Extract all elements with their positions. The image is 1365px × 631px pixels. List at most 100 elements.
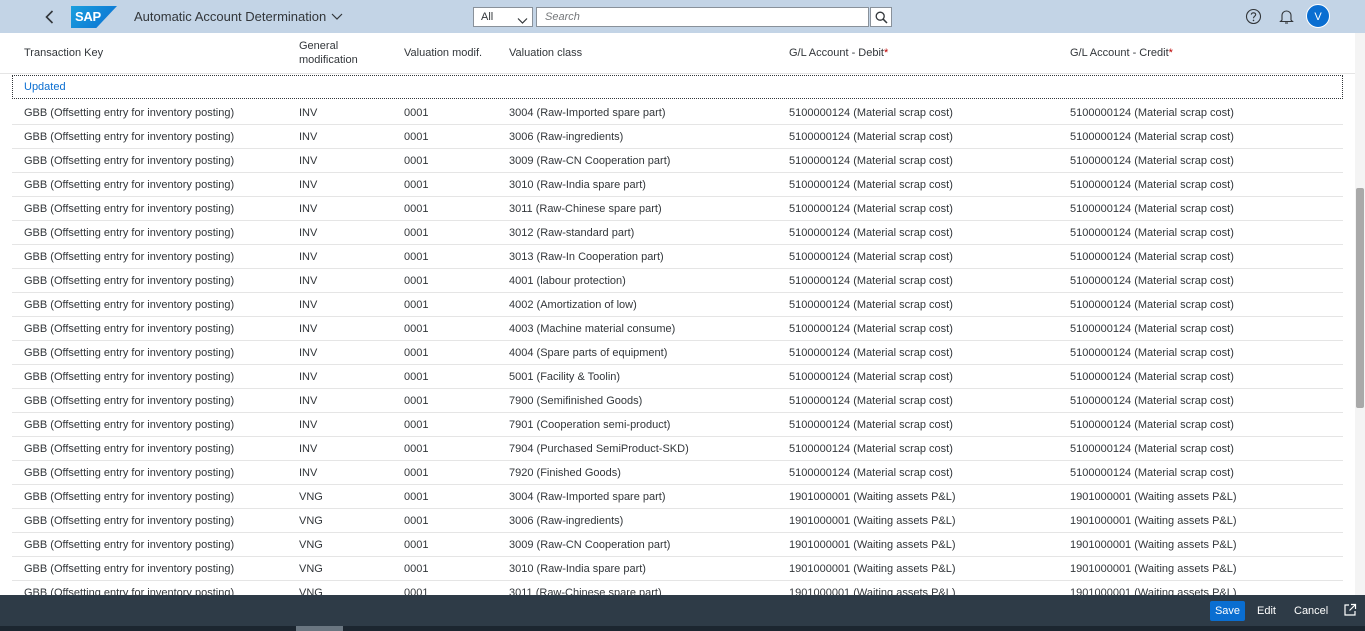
table-row[interactable]: GBB (Offsetting entry for inventory post… [12,365,1343,389]
table-row[interactable]: GBB (Offsetting entry for inventory post… [12,197,1343,221]
cell-transaction-key: GBB (Offsetting entry for inventory post… [24,347,235,359]
table-row[interactable]: GBB (Offsetting entry for inventory post… [12,413,1343,437]
cell-general-modification: INV [299,467,318,479]
table-row[interactable]: GBB (Offsetting entry for inventory post… [12,149,1343,173]
cell-general-modification: VNG [299,587,323,595]
cell-general-modification: VNG [299,539,323,551]
cell-transaction-key: GBB (Offsetting entry for inventory post… [24,227,235,239]
cell-gl-credit: 1901000001 (Waiting assets P&L) [1070,539,1237,551]
cell-valuation-modif: 0001 [404,323,429,335]
horizontal-scrollbar[interactable] [0,626,1365,631]
cell-general-modification: INV [299,227,318,239]
save-button[interactable]: Save [1210,601,1245,621]
help-icon[interactable] [1245,8,1262,25]
sap-logo[interactable]: SAP [71,6,117,28]
table-row[interactable]: GBB (Offsetting entry for inventory post… [12,317,1343,341]
table-row[interactable]: GBB (Offsetting entry for inventory post… [12,125,1343,149]
table-row[interactable]: GBB (Offsetting entry for inventory post… [12,509,1343,533]
search-input[interactable] [536,7,869,27]
cell-valuation-modif: 0001 [404,419,429,431]
edit-button[interactable]: Edit [1257,601,1276,621]
table-row[interactable]: GBB (Offsetting entry for inventory post… [12,101,1343,125]
app-title[interactable]: Automatic Account Determination [134,9,326,24]
cell-gl-debit: 5100000124 (Material scrap cost) [789,467,953,479]
cell-general-modification: INV [299,371,318,383]
cell-general-modification: INV [299,419,318,431]
table-row[interactable]: GBB (Offsetting entry for inventory post… [12,437,1343,461]
group-header-updated[interactable]: Updated [12,75,1343,99]
cell-gl-debit: 5100000124 (Material scrap cost) [789,443,953,455]
cell-transaction-key: GBB (Offsetting entry for inventory post… [24,179,235,191]
table-row[interactable]: GBB (Offsetting entry for inventory post… [12,485,1343,509]
cell-gl-debit: 5100000124 (Material scrap cost) [789,155,953,167]
cell-transaction-key: GBB (Offsetting entry for inventory post… [24,107,235,119]
cell-transaction-key: GBB (Offsetting entry for inventory post… [24,467,235,479]
col-header-valuation-class[interactable]: Valuation class [509,46,582,60]
table-row[interactable]: GBB (Offsetting entry for inventory post… [12,173,1343,197]
cell-transaction-key: GBB (Offsetting entry for inventory post… [24,203,235,215]
cell-gl-credit: 5100000124 (Material scrap cost) [1070,323,1234,335]
chevron-down-icon[interactable] [331,11,343,21]
col-header-general-modification[interactable]: General modification [299,39,358,67]
cell-valuation-modif: 0001 [404,467,429,479]
search-button[interactable] [870,7,892,27]
table-row[interactable]: GBB (Offsetting entry for inventory post… [12,557,1343,581]
avatar[interactable]: V [1306,4,1330,28]
cell-general-modification: INV [299,107,318,119]
cell-valuation-class: 3011 (Raw-Chinese spare part) [509,203,662,215]
cell-gl-debit: 5100000124 (Material scrap cost) [789,347,953,359]
cell-transaction-key: GBB (Offsetting entry for inventory post… [24,299,235,311]
cell-general-modification: VNG [299,515,323,527]
table-row[interactable]: GBB (Offsetting entry for inventory post… [12,293,1343,317]
cell-valuation-modif: 0001 [404,395,429,407]
cell-valuation-class: 7920 (Finished Goods) [509,467,621,479]
table-row[interactable]: GBB (Offsetting entry for inventory post… [12,269,1343,293]
cell-transaction-key: GBB (Offsetting entry for inventory post… [24,275,235,287]
cancel-button[interactable]: Cancel [1294,601,1328,621]
cell-gl-debit: 5100000124 (Material scrap cost) [789,371,953,383]
cell-valuation-modif: 0001 [404,299,429,311]
share-icon[interactable] [1343,603,1357,617]
vertical-scrollbar-thumb[interactable] [1356,188,1364,408]
cell-transaction-key: GBB (Offsetting entry for inventory post… [24,155,235,167]
cell-valuation-modif: 0001 [404,491,429,503]
cell-gl-debit: 5100000124 (Material scrap cost) [789,227,953,239]
back-icon[interactable] [40,7,60,27]
table-row[interactable]: GBB (Offsetting entry for inventory post… [12,245,1343,269]
cell-transaction-key: GBB (Offsetting entry for inventory post… [24,371,235,383]
cell-general-modification: INV [299,443,318,455]
cell-valuation-modif: 0001 [404,251,429,263]
table-row[interactable]: GBB (Offsetting entry for inventory post… [12,461,1343,485]
cell-transaction-key: GBB (Offsetting entry for inventory post… [24,587,235,595]
cell-valuation-class: 3012 (Raw-standard part) [509,227,635,239]
cell-valuation-class: 7901 (Cooperation semi-product) [509,419,671,431]
table-row[interactable]: GBB (Offsetting entry for inventory post… [12,389,1343,413]
col-header-gl-debit-label: G/L Account - Debit [789,47,884,59]
col-header-transaction-key[interactable]: Transaction Key [24,46,103,60]
cell-gl-credit: 5100000124 (Material scrap cost) [1070,203,1234,215]
cell-valuation-modif: 0001 [404,131,429,143]
search-scope-select[interactable]: All [473,7,533,27]
account-determination-table: Transaction Key General modification Val… [0,33,1355,595]
bell-icon[interactable] [1278,8,1295,25]
cell-general-modification: INV [299,131,318,143]
cell-gl-credit: 5100000124 (Material scrap cost) [1070,107,1234,119]
chevron-down-icon [517,13,528,24]
col-header-gl-credit[interactable]: G/L Account - Credit* [1070,46,1173,60]
cell-valuation-class: 5001 (Facility & Toolin) [509,371,621,383]
table-row[interactable]: GBB (Offsetting entry for inventory post… [12,341,1343,365]
cell-valuation-class: 3013 (Raw-In Cooperation part) [509,251,664,263]
cell-valuation-class: 3009 (Raw-CN Cooperation part) [509,155,671,167]
col-header-gl-debit[interactable]: G/L Account - Debit* [789,46,888,60]
cell-gl-credit: 5100000124 (Material scrap cost) [1070,275,1234,287]
table-row[interactable]: GBB (Offsetting entry for inventory post… [12,221,1343,245]
cell-transaction-key: GBB (Offsetting entry for inventory post… [24,491,235,503]
cell-general-modification: INV [299,395,318,407]
cell-gl-debit: 1901000001 (Waiting assets P&L) [789,539,956,551]
col-header-valuation-modif[interactable]: Valuation modif. [404,46,482,60]
table-row[interactable]: GBB (Offsetting entry for inventory post… [12,581,1343,595]
horizontal-scrollbar-thumb[interactable] [296,626,343,631]
cell-gl-debit: 5100000124 (Material scrap cost) [789,251,953,263]
cell-gl-credit: 5100000124 (Material scrap cost) [1070,179,1234,191]
table-row[interactable]: GBB (Offsetting entry for inventory post… [12,533,1343,557]
